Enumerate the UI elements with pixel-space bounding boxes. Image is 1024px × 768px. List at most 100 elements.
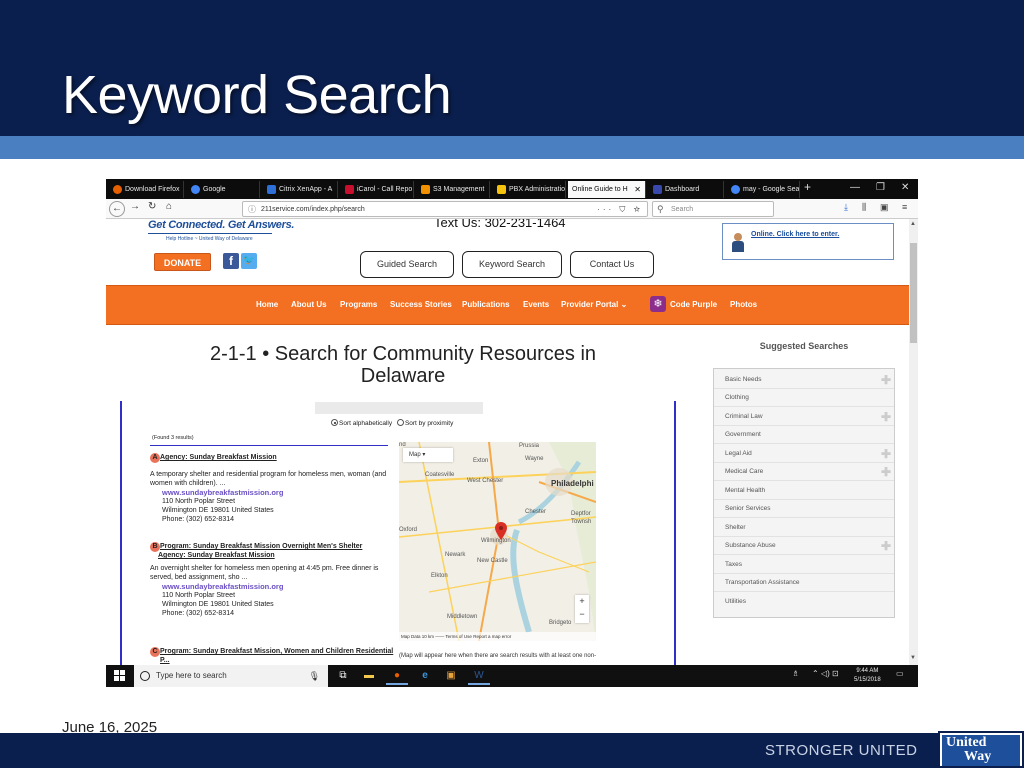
outlook-icon[interactable]: ▣ [440, 667, 462, 685]
back-icon[interactable]: ← [109, 201, 125, 217]
minimize-icon[interactable]: — [850, 182, 860, 193]
expand-icon[interactable]: ✚ [881, 408, 891, 426]
nav-provider-portal[interactable]: Provider Portal ⌄ [561, 300, 627, 309]
nav-success-stories[interactable]: Success Stories [390, 300, 452, 309]
nav-photos[interactable]: Photos [730, 300, 757, 309]
browser-tab-bar: Download Firefox Google Citrix XenApp - … [106, 179, 918, 199]
firefox-taskbar-icon[interactable]: ● [386, 667, 408, 685]
online-link[interactable]: Online. Click here to enter. [751, 231, 839, 238]
people-icon[interactable]: ♗ [792, 669, 799, 678]
result-title[interactable]: Agency: Sunday Breakfast Mission [150, 453, 400, 462]
expand-icon[interactable]: ✚ [881, 371, 891, 389]
scroll-down-icon[interactable]: ▼ [910, 655, 916, 661]
suggested-item[interactable]: Medical Care ✚ [714, 463, 894, 481]
sort-proximity-radio[interactable] [396, 419, 404, 426]
browser-tab-active[interactable]: Online Guide to H ✕ [568, 181, 646, 198]
suggested-item[interactable]: Senior Services [714, 500, 894, 518]
result-website[interactable]: www.sundaybreakfastmission.org [150, 582, 400, 591]
suggested-label: Senior Services [725, 505, 771, 512]
scroll-thumb[interactable] [910, 243, 917, 343]
new-tab-icon[interactable]: + [804, 180, 811, 194]
result-title[interactable]: Program: Sunday Breakfast Mission Overni… [150, 542, 400, 551]
nav-home[interactable]: Home [256, 300, 278, 309]
suggested-item[interactable]: Mental Health [714, 482, 894, 500]
page-scrollbar[interactable]: ▲ ▼ [909, 219, 918, 665]
result-website[interactable]: www.sundaybreakfastmission.org [150, 488, 400, 497]
restore-icon[interactable]: ❐ [876, 182, 885, 193]
microphone-icon[interactable]: 🎙 [309, 665, 320, 687]
menu-icon[interactable]: ≡ [902, 202, 907, 212]
results-map[interactable]: Map ▾ Prussia Wayne Exton West Chester P… [399, 442, 596, 641]
sidebar-icon[interactable]: ▣ [880, 202, 889, 213]
nav-events[interactable]: Events [523, 300, 549, 309]
sort-alpha-radio[interactable] [331, 419, 338, 426]
donate-button[interactable]: DONATE [154, 253, 211, 271]
page-actions-icon[interactable]: ··· ⛉ ☆ [597, 202, 643, 217]
browser-tab[interactable]: PBX Administratio [492, 181, 566, 198]
map-marker-icon: A [150, 453, 160, 463]
word-icon[interactable]: W [468, 667, 490, 685]
suggested-searches-title: Suggested Searches [759, 341, 849, 351]
site-slogan: Get Connected. Get Answers. [148, 219, 295, 231]
taskbar-search[interactable]: Type here to search 🎙 [134, 665, 328, 687]
suggested-item[interactable]: Criminal Law ✚ [714, 408, 894, 426]
file-explorer-icon[interactable]: ▬ [358, 667, 380, 685]
nav-publications[interactable]: Publications [462, 300, 510, 309]
suggested-item[interactable]: Utilities [714, 593, 894, 611]
suggested-item[interactable]: Legal Aid ✚ [714, 445, 894, 463]
edge-icon[interactable]: e [414, 667, 436, 685]
online-chat-box[interactable]: Online. Click here to enter. [722, 223, 894, 260]
twitter-icon[interactable]: 🐦 [241, 253, 257, 269]
nav-programs[interactable]: Programs [340, 300, 377, 309]
close-window-icon[interactable]: ✕ [901, 182, 909, 193]
search-bar[interactable]: ⚲ Search [652, 201, 774, 217]
windows-start-icon[interactable] [114, 670, 126, 682]
url-bar[interactable]: ⓘ 211service.com/index.php/search ··· ⛉ … [242, 201, 648, 217]
nav-code-purple[interactable]: Code Purple [670, 300, 717, 309]
browser-tab[interactable]: Citrix XenApp - A [262, 181, 338, 198]
browser-tab[interactable]: S3 Management [416, 181, 490, 198]
reload-icon[interactable]: ↻ [148, 201, 156, 212]
close-tab-icon[interactable]: ✕ [634, 181, 641, 198]
taskbar-clock[interactable]: 9:44 AM 5/15/2018 [854, 667, 881, 685]
aws-icon [421, 185, 430, 194]
forward-icon[interactable]: → [130, 201, 140, 212]
expand-icon[interactable]: ✚ [881, 445, 891, 463]
result-title[interactable]: Program: Sunday Breakfast Mission, Women… [150, 647, 400, 665]
browser-tab[interactable]: Download Firefox [108, 181, 184, 198]
suggested-label: Mental Health [725, 487, 766, 494]
suggested-item[interactable]: Transportation Assistance [714, 574, 894, 592]
downloads-icon[interactable]: ⤓ [844, 202, 848, 213]
suggested-item[interactable]: Substance Abuse ✚ [714, 537, 894, 555]
home-icon[interactable]: ⌂ [166, 201, 172, 212]
browser-tab[interactable]: iCarol - Call Repo [340, 181, 414, 198]
suggested-item[interactable]: Basic Needs ✚ [714, 371, 894, 389]
browser-tab[interactable]: Dashboard [648, 181, 724, 198]
browser-tab[interactable]: Google [186, 181, 260, 198]
map-pin-icon[interactable] [495, 522, 507, 540]
expand-icon[interactable]: ✚ [881, 463, 891, 481]
facebook-icon[interactable]: f [223, 253, 239, 269]
browser-tab[interactable]: may - Google Sea [726, 181, 800, 198]
result-description: An overnight shelter for homeless men op… [150, 565, 379, 581]
contact-us-button[interactable]: Contact Us [570, 251, 654, 278]
map-label: Chester [525, 509, 547, 515]
web-page: Get Connected. Get Answers. Help Hotline… [106, 219, 909, 665]
result-agency[interactable]: Agency: Sunday Breakfast Mission [150, 551, 400, 560]
suggested-item[interactable]: Taxes [714, 556, 894, 574]
map-zoom-control[interactable]: + − [575, 595, 589, 623]
notifications-icon[interactable]: ▭ [896, 669, 904, 678]
suggested-item[interactable]: Clothing [714, 389, 894, 407]
scroll-up-icon[interactable]: ▲ [910, 221, 916, 227]
google-icon [191, 185, 200, 194]
suggested-item[interactable]: Shelter [714, 519, 894, 537]
library-icon[interactable]: ⫼ [862, 202, 866, 213]
expand-icon[interactable]: ✚ [881, 537, 891, 555]
suggested-item[interactable]: Government [714, 426, 894, 444]
nav-about-us[interactable]: About Us [291, 300, 327, 309]
map-type-select[interactable]: Map ▾ [403, 448, 453, 462]
keyword-search-button[interactable]: Keyword Search [462, 251, 562, 278]
tray-icons[interactable]: ⌃ ◁) ⊡ [812, 669, 839, 678]
task-view-icon[interactable]: ⧉ [332, 667, 354, 685]
guided-search-button[interactable]: Guided Search [360, 251, 454, 278]
